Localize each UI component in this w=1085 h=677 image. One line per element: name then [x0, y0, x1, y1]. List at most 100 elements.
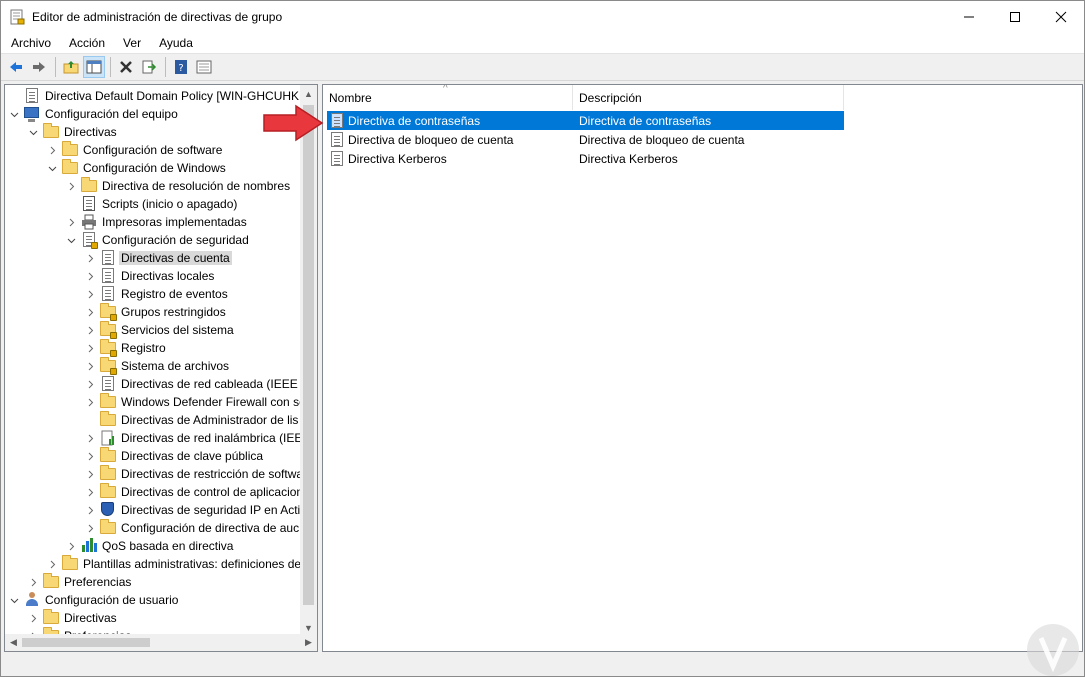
tree-item[interactable]: Directivas: [27, 609, 119, 627]
tree-item[interactable]: Configuración de seguridad: [65, 231, 251, 249]
chevron-down-icon[interactable]: [46, 159, 58, 177]
folder-icon: [62, 141, 78, 158]
tree-item[interactable]: Grupos restringidos: [84, 303, 228, 321]
chevron-right-icon[interactable]: [27, 573, 39, 591]
scroll-right-icon[interactable]: ▶: [300, 634, 317, 651]
locked-folder-icon: [100, 321, 117, 339]
chevron-down-icon[interactable]: [8, 591, 20, 609]
close-button[interactable]: [1038, 1, 1084, 32]
chevron-right-icon[interactable]: [84, 501, 96, 519]
tree-item[interactable]: Configuración de directiva de auc: [84, 519, 301, 537]
tree-item[interactable]: Directivas locales: [84, 267, 216, 285]
column-header-name[interactable]: Nombre ^: [323, 85, 573, 110]
tree-item[interactable]: Directivas de clave pública: [84, 447, 265, 465]
tree-item[interactable]: Preferencias: [27, 573, 133, 591]
scroll-thumb[interactable]: [22, 638, 150, 647]
scroll-thumb[interactable]: [303, 105, 314, 605]
tree-item[interactable]: Directivas de restricción de softwa: [84, 465, 305, 483]
menu-ver[interactable]: Ver: [113, 36, 149, 50]
menu-accion[interactable]: Acción: [59, 36, 113, 50]
show-hide-tree-icon[interactable]: [83, 56, 105, 78]
chevron-right-icon[interactable]: [84, 393, 96, 411]
list-item[interactable]: Directiva Kerberos Directiva Kerberos: [327, 149, 844, 168]
folder-icon: [62, 555, 78, 572]
column-header-description[interactable]: Descripción: [573, 85, 844, 110]
tree-item[interactable]: Impresoras implementadas: [65, 213, 249, 231]
list-item[interactable]: Directiva de contraseñas Directiva de con…: [327, 111, 844, 130]
chevron-down-icon[interactable]: [65, 231, 77, 249]
chevron-right-icon[interactable]: [84, 249, 96, 267]
window-title: Editor de administración de directivas d…: [32, 9, 283, 24]
tree-horizontal-scrollbar[interactable]: ◀ ▶: [5, 634, 317, 651]
scroll-up-icon[interactable]: ▲: [300, 85, 317, 102]
tree-vertical-scrollbar[interactable]: ▲ ▼: [300, 85, 317, 636]
scroll-left-icon[interactable]: ◀: [5, 634, 22, 651]
tree-item[interactable]: Servicios del sistema: [84, 321, 236, 339]
tree-item[interactable]: Directivas de Administrador de lis: [84, 411, 300, 429]
tree-item[interactable]: Plantillas administrativas: definiciones…: [46, 555, 303, 573]
folder-icon: [100, 519, 116, 536]
tree-item[interactable]: Registro de eventos: [84, 285, 230, 303]
chevron-right-icon[interactable]: [84, 357, 96, 375]
tree-item[interactable]: Directiva de resolución de nombres: [65, 177, 292, 195]
chevron-right-icon[interactable]: [84, 429, 96, 447]
console-tree[interactable]: Directiva Default Domain Policy [WIN-GHC…: [4, 84, 318, 652]
chevron-right-icon[interactable]: [84, 447, 96, 465]
back-icon[interactable]: [5, 56, 27, 78]
chevron-right-icon[interactable]: [84, 375, 96, 393]
chevron-right-icon[interactable]: [65, 537, 77, 555]
delete-icon[interactable]: [115, 56, 137, 78]
properties-icon[interactable]: [193, 56, 215, 78]
forward-icon[interactable]: [28, 56, 50, 78]
tree-item[interactable]: Directivas de red inalámbrica (IEEE: [84, 429, 312, 447]
chevron-right-icon[interactable]: [84, 303, 96, 321]
chevron-down-icon[interactable]: [8, 105, 20, 123]
chevron-right-icon[interactable]: [46, 141, 58, 159]
chevron-right-icon[interactable]: [65, 213, 77, 231]
gpo-app-icon: [9, 9, 25, 25]
list-item-name-cell: Directiva Kerberos: [327, 150, 573, 167]
tree-item[interactable]: Registro: [84, 339, 168, 357]
tree-item[interactable]: Directivas de control de aplicacion: [84, 483, 305, 501]
chevron-right-icon[interactable]: [84, 483, 96, 501]
printer-icon: [81, 214, 97, 230]
details-list[interactable]: Nombre ^ Descripción Directiva de contra…: [322, 84, 1083, 652]
tree-item[interactable]: Directivas: [27, 123, 119, 141]
maximize-button[interactable]: [992, 1, 1038, 32]
menu-ayuda[interactable]: Ayuda: [149, 36, 201, 50]
tree-item[interactable]: Directivas de seguridad IP en Activ: [84, 501, 308, 519]
tree-item-label: Configuración de software: [83, 143, 223, 157]
chevron-right-icon[interactable]: [84, 465, 96, 483]
chevron-right-icon[interactable]: [84, 285, 96, 303]
tree-item[interactable]: Directivas de cuenta: [84, 249, 232, 267]
chevron-right-icon[interactable]: [27, 609, 39, 627]
title-bar: Editor de administración de directivas d…: [1, 1, 1084, 32]
list-item-description: Directiva de contraseñas: [579, 113, 712, 128]
minimize-button[interactable]: [946, 1, 992, 32]
list-item[interactable]: Directiva de bloqueo de cuenta Directiva …: [327, 130, 844, 149]
chevron-right-icon[interactable]: [84, 339, 96, 357]
sort-ascending-icon: ^: [443, 84, 448, 94]
tree-item[interactable]: Directiva Default Domain Policy [WIN-GHC…: [8, 87, 317, 105]
tree-item[interactable]: Configuración de Windows: [46, 159, 228, 177]
up-folder-icon[interactable]: [60, 56, 82, 78]
tree-item[interactable]: Sistema de archivos: [84, 357, 231, 375]
tree-item-label: Directivas locales: [121, 269, 215, 283]
chevron-right-icon[interactable]: [65, 177, 77, 195]
policy-doc-icon: [100, 250, 116, 266]
tree-item[interactable]: QoS basada en directiva: [65, 537, 235, 555]
chevron-right-icon[interactable]: [84, 321, 96, 339]
tree-item[interactable]: Configuración del equipo: [8, 105, 180, 123]
export-list-icon[interactable]: [138, 56, 160, 78]
tree-item[interactable]: Configuración de usuario: [8, 591, 180, 609]
chevron-right-icon[interactable]: [84, 519, 96, 537]
tree-item[interactable]: Directivas de red cableada (IEEE 80: [84, 375, 316, 393]
tree-item[interactable]: Windows Defender Firewall con se: [84, 393, 308, 411]
chevron-right-icon[interactable]: [84, 267, 96, 285]
chevron-down-icon[interactable]: [27, 123, 39, 141]
tree-item[interactable]: Scripts (inicio o apagado): [65, 195, 239, 213]
menu-archivo[interactable]: Archivo: [1, 36, 59, 50]
chevron-right-icon[interactable]: [46, 555, 58, 573]
help-icon[interactable]: ?: [170, 56, 192, 78]
tree-item[interactable]: Configuración de software: [46, 141, 224, 159]
